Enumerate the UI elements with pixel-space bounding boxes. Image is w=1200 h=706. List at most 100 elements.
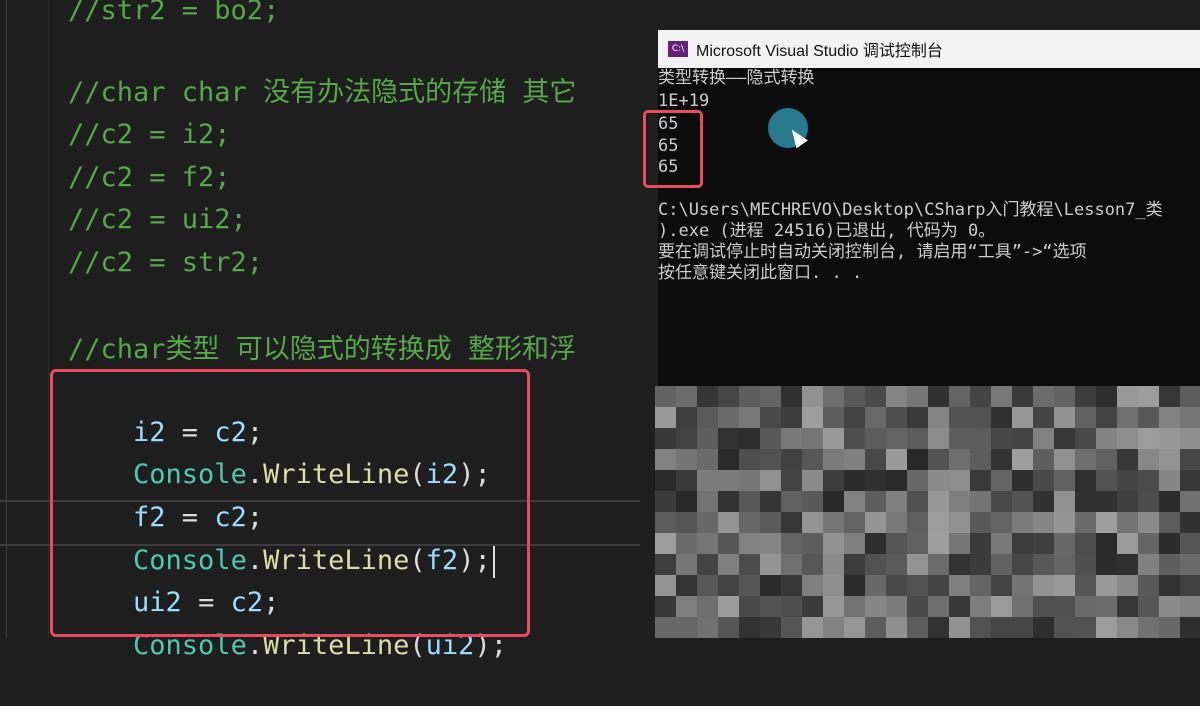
code-line[interactable]: //c2 = str2; <box>68 243 263 283</box>
mosaic-cell <box>1138 575 1159 596</box>
mosaic-cell <box>655 554 676 575</box>
mosaic-cell <box>718 554 739 575</box>
code-line[interactable]: //c2 = i2; <box>68 115 231 155</box>
mosaic-cell <box>1033 575 1054 596</box>
mosaic-cell <box>865 386 886 407</box>
code-line[interactable]: //char char 没有办法隐式的存储 其它 <box>68 73 576 113</box>
mosaic-cell <box>1180 512 1200 533</box>
mosaic-cell <box>739 428 760 449</box>
code-highlight-box <box>50 369 530 637</box>
mosaic-cell <box>781 575 802 596</box>
mosaic-cell <box>1138 617 1159 638</box>
mosaic-cell <box>1075 449 1096 470</box>
mosaic-cell <box>1096 491 1117 512</box>
mosaic-cell <box>865 575 886 596</box>
mosaic-cell <box>781 407 802 428</box>
mosaic-cell <box>1012 407 1033 428</box>
mosaic-cell <box>1054 428 1075 449</box>
mosaic-cell <box>1075 575 1096 596</box>
mosaic-cell <box>1012 449 1033 470</box>
mosaic-cell <box>886 386 907 407</box>
mosaic-cell <box>760 407 781 428</box>
mosaic-cell <box>907 617 928 638</box>
mosaic-cell <box>676 575 697 596</box>
mosaic-cell <box>970 554 991 575</box>
mosaic-cell <box>1033 533 1054 554</box>
mosaic-cell <box>802 386 823 407</box>
code-line[interactable]: //str2 = bo2; <box>68 0 279 31</box>
mosaic-cell <box>655 575 676 596</box>
mosaic-cell <box>1075 617 1096 638</box>
mosaic-cell <box>739 407 760 428</box>
console-output-line: 按任意键关闭此窗口. . . <box>658 263 863 283</box>
mosaic-cell <box>655 470 676 491</box>
mosaic-cell <box>1012 428 1033 449</box>
mosaic-cell <box>907 449 928 470</box>
code-line[interactable]: //c2 = f2; <box>68 158 231 198</box>
mosaic-cell <box>1033 596 1054 617</box>
mosaic-cell <box>655 407 676 428</box>
mosaic-cell <box>907 470 928 491</box>
mosaic-cell <box>928 428 949 449</box>
mosaic-cell <box>844 470 865 491</box>
mosaic-cell <box>907 554 928 575</box>
mosaic-cell <box>760 386 781 407</box>
mosaic-cell <box>949 575 970 596</box>
mosaic-cell <box>760 491 781 512</box>
mosaic-cell <box>781 617 802 638</box>
mosaic-cell <box>865 596 886 617</box>
mosaic-cell <box>886 596 907 617</box>
mosaic-cell <box>907 533 928 554</box>
mosaic-cell <box>1180 533 1200 554</box>
mosaic-cell <box>844 386 865 407</box>
mosaic-cell <box>739 386 760 407</box>
mosaic-cell <box>1033 428 1054 449</box>
mosaic-cell <box>1033 491 1054 512</box>
debug-console-window[interactable]: C:\ Microsoft Visual Studio 调试控制台 类型转换——… <box>658 30 1200 386</box>
mosaic-cell <box>1159 386 1180 407</box>
mosaic-cell <box>697 575 718 596</box>
mosaic-cell <box>844 617 865 638</box>
mosaic-cell <box>949 491 970 512</box>
mosaic-cell <box>1075 554 1096 575</box>
mosaic-cell <box>991 575 1012 596</box>
mosaic-cell <box>928 617 949 638</box>
mosaic-cell <box>676 554 697 575</box>
mosaic-cell <box>1117 575 1138 596</box>
mosaic-cell <box>823 386 844 407</box>
mosaic-cell <box>865 554 886 575</box>
mosaic-cell <box>781 449 802 470</box>
console-titlebar[interactable]: C:\ Microsoft Visual Studio 调试控制台 <box>658 30 1200 68</box>
mosaic-cell <box>781 428 802 449</box>
mosaic-cell <box>1033 449 1054 470</box>
mosaic-cell <box>1180 449 1200 470</box>
mosaic-cell <box>823 407 844 428</box>
mosaic-cell <box>1096 449 1117 470</box>
mosaic-cell <box>1180 428 1200 449</box>
mosaic-cell <box>1159 575 1180 596</box>
mosaic-cell <box>844 491 865 512</box>
mosaic-cell <box>928 470 949 491</box>
mosaic-cell <box>655 596 676 617</box>
mosaic-cell <box>865 533 886 554</box>
code-line[interactable]: //char类型 可以隐式的转换成 整形和浮 <box>68 330 576 370</box>
mosaic-cell <box>970 533 991 554</box>
mosaic-cell <box>1075 407 1096 428</box>
mosaic-cell <box>823 470 844 491</box>
mosaic-cell <box>886 449 907 470</box>
mosaic-cell <box>655 386 676 407</box>
mosaic-cell <box>1075 512 1096 533</box>
mosaic-cell <box>1096 596 1117 617</box>
mosaic-cell <box>1012 617 1033 638</box>
mosaic-cell <box>886 428 907 449</box>
mosaic-cell <box>865 470 886 491</box>
mosaic-cell <box>676 449 697 470</box>
code-line[interactable]: //c2 = ui2; <box>68 200 247 240</box>
mosaic-cell <box>760 512 781 533</box>
mosaic-cell <box>1180 596 1200 617</box>
mosaic-cell <box>655 491 676 512</box>
mosaic-cell <box>1012 491 1033 512</box>
mosaic-cell <box>844 596 865 617</box>
mosaic-cell <box>1096 554 1117 575</box>
mosaic-cell <box>1075 428 1096 449</box>
